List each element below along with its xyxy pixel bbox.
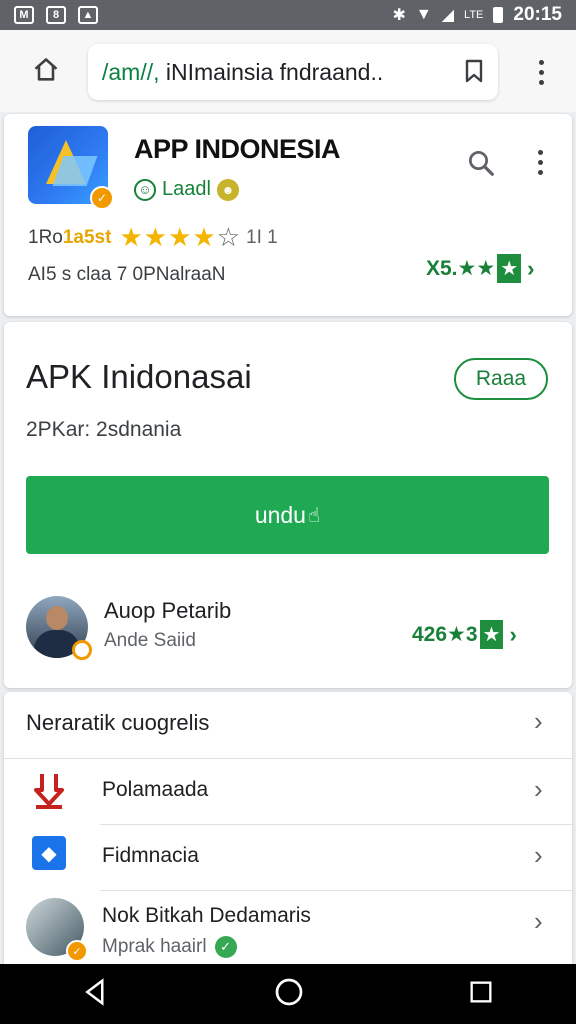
download-button[interactable]: undu ☝ — [26, 476, 549, 554]
rating-highlight: 1a5st — [62, 226, 112, 248]
battery-icon — [493, 7, 504, 23]
home-button-icon[interactable] — [273, 976, 305, 1013]
url-text: /am//, iNImainsia fndraand.. — [102, 58, 384, 85]
signal-icon: ◢ — [441, 7, 455, 24]
search-icon[interactable] — [466, 148, 496, 183]
score-stars: ★★ — [457, 257, 496, 280]
rating-count: 1I 1 — [246, 226, 278, 248]
divider — [100, 890, 572, 891]
publisher-subtitle: Ande Saiid — [104, 630, 196, 651]
more-options-icon[interactable] — [530, 150, 550, 180]
photos-icon: ▲ — [78, 6, 98, 24]
rating-prefix: 1Ro — [28, 226, 63, 248]
list-card: Neraratik cuogrelis › Polamaada › ◆ Fidm… — [4, 692, 572, 982]
sync-icon: 8 — [46, 6, 66, 24]
score-box: ★ — [497, 254, 522, 283]
publisher-score-link[interactable]: 426★3 ★ › — [412, 620, 517, 649]
wifi-icon: ▼ — [415, 6, 432, 23]
chevron-right-icon: › — [534, 774, 543, 804]
data-label: LTE — [464, 9, 484, 21]
chevron-right-icon: › — [534, 906, 543, 936]
list-item-label: Nok Bitkah Dedamaris — [102, 904, 311, 927]
clock: 20:15 — [513, 4, 562, 25]
divider — [4, 758, 572, 759]
chevron-right-icon: › — [527, 255, 535, 281]
app-info: AI5 s claa 7 0PNalraaN — [28, 264, 226, 285]
publisher-score-box: ★ — [479, 620, 504, 649]
app-header-card: ✓ APP INDONESIA ☺ Laadl ☻ 1Ro 1a5st ★★★★… — [4, 114, 572, 316]
recents-icon[interactable] — [467, 978, 495, 1011]
check-green-icon: ✓ — [214, 936, 237, 958]
download-red-icon — [32, 770, 66, 809]
score-text: X5. — [426, 256, 458, 280]
apk-title: APK Inidonasai — [26, 358, 252, 395]
outline-button[interactable]: Raaa — [454, 358, 548, 400]
chevron-right-icon: › — [509, 621, 517, 647]
divider — [100, 824, 572, 825]
gmail-icon: M — [14, 6, 34, 24]
chevron-right-icon[interactable]: › — [534, 706, 543, 737]
developer-name: Laadl — [162, 178, 211, 200]
address-bar[interactable]: /am//, iNImainsia fndraand.. — [88, 44, 498, 100]
back-icon[interactable] — [81, 977, 111, 1012]
score-link[interactable]: X5. ★★ ★ › — [426, 254, 534, 283]
publisher-name[interactable]: Auop Petarib — [104, 598, 231, 624]
rating-row: 1Ro 1a5st ★★★★ ☆ 1I 1 — [28, 222, 278, 253]
diamond-icon: ◆ — [32, 836, 66, 870]
status-bar: M 8 ▲ ✱ ▼ ◢ LTE 20:15 — [0, 0, 576, 30]
rating-stars: ★★★★ — [119, 222, 217, 252]
app-title: APP INDONESIA — [134, 134, 341, 164]
publisher-badge-icon — [72, 640, 92, 660]
browser-toolbar: /am//, iNImainsia fndraand.. — [0, 30, 576, 112]
list-item-label: Fidmnacia — [102, 844, 199, 867]
emoji-icon: ☻ — [216, 178, 239, 201]
developer-row[interactable]: ☺ Laadl ☻ — [134, 178, 239, 201]
apk-card: APK Inidonasai Raaa 2PKar: 2sdnania undu… — [4, 322, 572, 688]
list-item-sub: Mprak haairl ✓ — [102, 936, 237, 958]
smile-icon: ☺ — [134, 178, 156, 201]
navigation-bar — [0, 964, 576, 1024]
section-header[interactable]: Neraratik cuogrelis — [26, 710, 209, 736]
chevron-right-icon: › — [534, 840, 543, 870]
apk-subtitle: 2PKar: 2sdnania — [26, 418, 182, 441]
verified-badge-icon: ✓ — [90, 186, 114, 210]
rating-star-empty: ☆ — [216, 222, 241, 252]
badge-icon: ✓ — [66, 940, 88, 962]
bookmark-icon[interactable] — [462, 58, 486, 89]
cursor-icon: ☝ — [307, 504, 321, 527]
browser-menu-icon[interactable] — [526, 54, 556, 90]
publisher-score: 426★3 — [412, 623, 478, 646]
download-button-label: undu — [254, 501, 306, 528]
list-item-label: Polamaada — [102, 778, 209, 801]
bluetooth-icon: ✱ — [392, 7, 406, 24]
home-icon[interactable] — [28, 52, 64, 88]
